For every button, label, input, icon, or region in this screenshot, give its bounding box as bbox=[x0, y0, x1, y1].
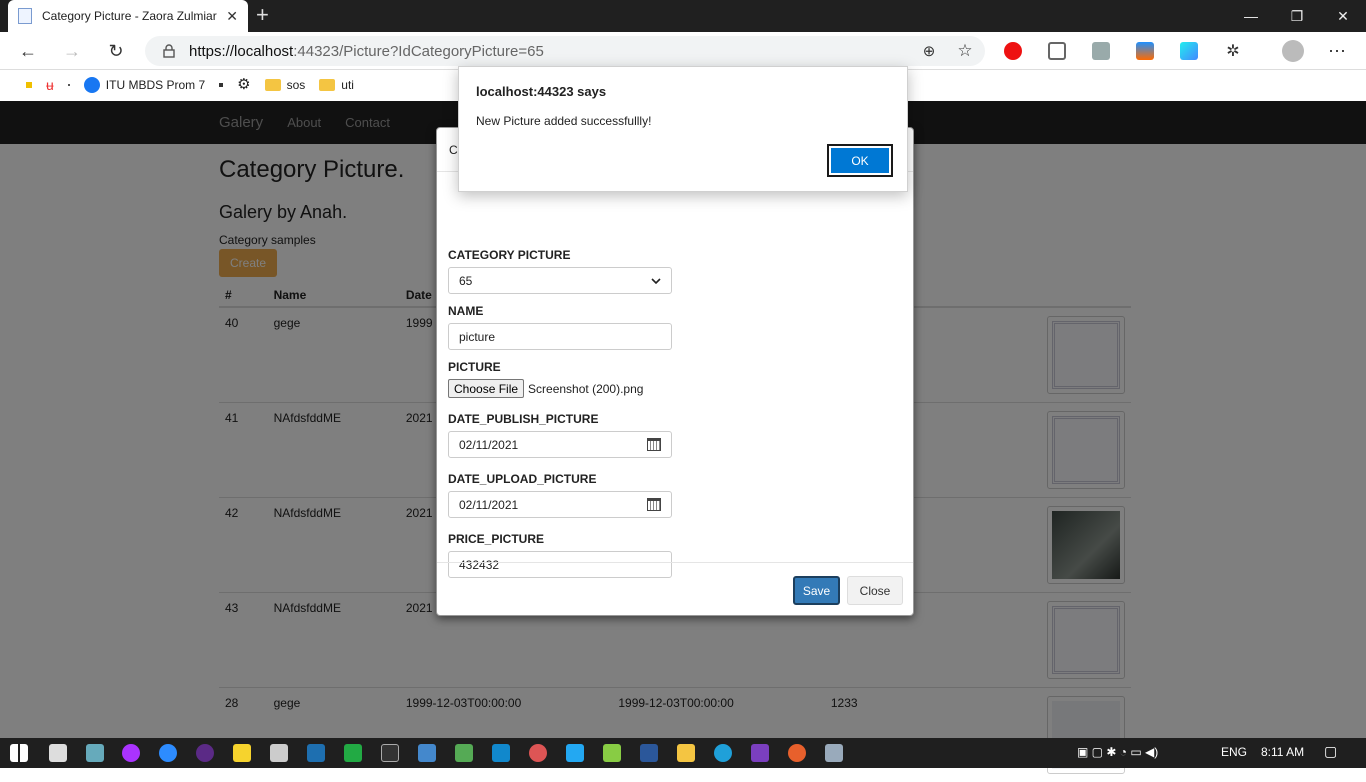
bookmark-label: uti bbox=[341, 78, 354, 92]
g-bookmark-icon[interactable] bbox=[26, 82, 32, 88]
page-icon bbox=[18, 8, 32, 24]
back-icon[interactable]: ← bbox=[17, 40, 39, 62]
publish-date-label: DATE_PUBLISH_PICTURE bbox=[448, 412, 902, 426]
zoom-app-icon[interactable] bbox=[159, 744, 177, 762]
minimize-icon[interactable]: — bbox=[1228, 0, 1274, 32]
name-input[interactable]: picture bbox=[448, 323, 672, 350]
url-path: :44323/Picture?IdCategoryPicture=65 bbox=[293, 43, 544, 60]
app-icon[interactable] bbox=[418, 744, 436, 762]
collections-extension-icon[interactable] bbox=[1092, 42, 1110, 60]
refresh-icon[interactable]: ↻ bbox=[105, 40, 127, 62]
category-label: CATEGORY PICTURE bbox=[448, 248, 902, 262]
app-icon[interactable] bbox=[603, 744, 621, 762]
folder-icon bbox=[265, 79, 281, 91]
modal-title: C bbox=[449, 143, 458, 157]
browser-tab-bar: Category Picture - Zaora Zulmiar ✕ + — ❐… bbox=[0, 0, 1366, 32]
screenshot-extension-icon[interactable] bbox=[1048, 42, 1066, 60]
clock[interactable]: 8:11 AM bbox=[1261, 745, 1304, 759]
modal-footer: Save Close bbox=[437, 562, 913, 616]
tray-icons[interactable]: ▣ ▢ ✱ ◔ ▭ ◀) bbox=[1077, 745, 1158, 759]
choose-file-button[interactable]: Choose File bbox=[448, 379, 524, 398]
file-explorer-icon[interactable] bbox=[677, 744, 695, 762]
app-icon[interactable] bbox=[344, 744, 362, 762]
tab-category-picture[interactable]: Category Picture - Zaora Zulmiar ✕ bbox=[8, 0, 248, 32]
price-label: PRICE_PICTURE bbox=[448, 532, 902, 546]
publish-date-input[interactable]: 02/11/2021 bbox=[448, 431, 672, 458]
edge-icon[interactable] bbox=[714, 744, 732, 762]
cmd-icon[interactable] bbox=[381, 744, 399, 762]
profile-avatar[interactable] bbox=[1282, 40, 1304, 62]
zoom-icon[interactable]: ⊕ bbox=[918, 40, 940, 62]
app-icon[interactable] bbox=[196, 744, 214, 762]
url-bar[interactable]: https://localhost:44323/Picture?IdCatego… bbox=[145, 36, 985, 66]
alert-title: localhost:44323 says bbox=[476, 84, 606, 99]
file-bookmark-icon[interactable] bbox=[68, 84, 70, 86]
upload-date-input[interactable]: 02/11/2021 bbox=[448, 491, 672, 518]
app-icon[interactable] bbox=[233, 744, 251, 762]
close-tab-icon[interactable]: ✕ bbox=[226, 8, 238, 25]
publish-date-value: 02/11/2021 bbox=[459, 438, 518, 452]
vscode-icon[interactable] bbox=[566, 744, 584, 762]
close-button[interactable]: Close bbox=[847, 576, 903, 605]
close-window-icon[interactable]: ✕ bbox=[1320, 0, 1366, 32]
app-icon[interactable] bbox=[825, 744, 843, 762]
facebook-icon bbox=[84, 77, 100, 93]
u-bookmark-icon[interactable]: ʉ bbox=[46, 77, 54, 93]
app-icon[interactable] bbox=[86, 744, 104, 762]
bookmark-sos[interactable]: sos bbox=[265, 78, 306, 92]
url-host: https://localhost bbox=[189, 43, 293, 60]
bookmark-itu[interactable]: ITU MBDS Prom 7 bbox=[84, 77, 205, 93]
alert-dialog: localhost:44323 says New Picture added s… bbox=[458, 66, 908, 192]
favorites-star-icon[interactable]: ☆ bbox=[954, 40, 976, 62]
calendar-icon[interactable] bbox=[647, 438, 661, 451]
create-picture-modal: C CATEGORY PICTURE 65 NAME picture PICTU… bbox=[436, 127, 914, 616]
visual-studio-icon[interactable] bbox=[751, 744, 769, 762]
app-icon[interactable] bbox=[529, 744, 547, 762]
more-menu-icon[interactable]: ⋯ bbox=[1326, 40, 1348, 62]
url-text: https://localhost:44323/Picture?IdCatego… bbox=[189, 43, 544, 60]
bookmark-label: sos bbox=[287, 78, 306, 92]
bookmark-uti[interactable]: uti bbox=[319, 78, 354, 92]
category-value: 65 bbox=[459, 274, 472, 288]
address-toolbar: ← → ↻ https://localhost:44323/Picture?Id… bbox=[0, 32, 1366, 70]
category-select[interactable]: 65 bbox=[448, 267, 672, 294]
app-icon[interactable] bbox=[455, 744, 473, 762]
word-icon[interactable] bbox=[640, 744, 658, 762]
picture-label: PICTURE bbox=[448, 360, 902, 374]
upload-date-value: 02/11/2021 bbox=[459, 498, 518, 512]
name-label: NAME bbox=[448, 304, 902, 318]
opera-extension-icon[interactable] bbox=[1004, 42, 1022, 60]
taskview-icon[interactable] bbox=[49, 744, 67, 762]
name-value: picture bbox=[459, 330, 495, 344]
windows-start-icon[interactable] bbox=[10, 744, 28, 762]
extensions-puzzle-icon[interactable]: ✲ bbox=[1222, 40, 1244, 62]
file-name: Screenshot (200).png bbox=[528, 382, 643, 396]
save-button[interactable]: Save bbox=[793, 576, 840, 605]
bookmark-label: ITU MBDS Prom 7 bbox=[106, 78, 205, 92]
settings-bookmark-icon[interactable]: ⚙ bbox=[237, 77, 250, 93]
lock-icon bbox=[163, 44, 175, 58]
restore-icon[interactable]: ❐ bbox=[1274, 0, 1320, 32]
alert-message: New Picture added successfullly! bbox=[476, 114, 651, 128]
extension-icon[interactable] bbox=[1136, 42, 1154, 60]
language-indicator[interactable]: ENG bbox=[1221, 745, 1247, 759]
windows-taskbar: ▣ ▢ ✱ ◔ ▭ ◀) ENG 8:11 AM ▢ bbox=[0, 738, 1366, 768]
powershell-icon[interactable] bbox=[307, 744, 325, 762]
chevron-down-icon bbox=[651, 278, 661, 284]
calendar-icon[interactable] bbox=[647, 498, 661, 511]
messenger-icon[interactable] bbox=[122, 744, 140, 762]
app-icon[interactable] bbox=[788, 744, 806, 762]
l-bookmark-icon[interactable] bbox=[219, 83, 223, 87]
folder-icon bbox=[319, 79, 335, 91]
new-tab-button[interactable]: + bbox=[256, 4, 269, 26]
virtualbox-icon[interactable] bbox=[492, 744, 510, 762]
notifications-icon[interactable]: ▢ bbox=[1324, 743, 1337, 760]
modal-body: CATEGORY PICTURE 65 NAME picture PICTURE… bbox=[437, 172, 913, 602]
ok-button[interactable]: OK bbox=[829, 146, 891, 175]
tab-title: Category Picture - Zaora Zulmiar bbox=[42, 9, 220, 23]
calculator-icon[interactable] bbox=[270, 744, 288, 762]
forward-icon[interactable]: → bbox=[61, 40, 83, 62]
notion-extension-icon[interactable] bbox=[1180, 42, 1198, 60]
upload-date-label: DATE_UPLOAD_PICTURE bbox=[448, 472, 902, 486]
